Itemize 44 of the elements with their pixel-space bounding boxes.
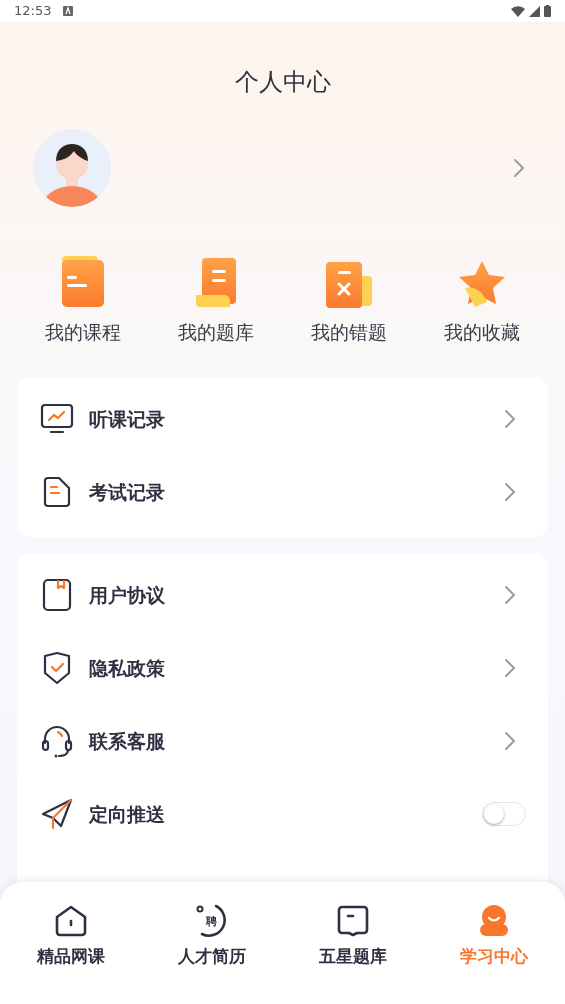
menu-row[interactable]: 考试记录 bbox=[17, 455, 548, 529]
chevron-right-icon bbox=[513, 158, 525, 178]
tab-item[interactable]: 聘 人才简历 bbox=[141, 902, 283, 970]
home-icon bbox=[53, 904, 88, 938]
menu-row[interactable]: 听课记录 bbox=[17, 382, 548, 456]
shield-check-icon bbox=[42, 651, 72, 685]
notification-icon bbox=[63, 6, 74, 16]
menu-row[interactable]: 定向推送 bbox=[17, 777, 548, 851]
menu-label: 定向推送 bbox=[89, 801, 166, 827]
chevron-right-icon bbox=[504, 482, 516, 502]
shortcut-label[interactable]: 我的收藏 bbox=[444, 318, 521, 347]
menu-label: 联系客服 bbox=[89, 728, 166, 754]
chevron-right-icon bbox=[504, 409, 516, 429]
scroll-icon bbox=[193, 258, 238, 308]
monitor-chart-icon bbox=[40, 403, 74, 435]
page-title: 个人中心 bbox=[233, 67, 332, 98]
chevron-right-icon bbox=[504, 585, 516, 605]
menu-label: 用户协议 bbox=[89, 582, 166, 608]
folder-icon bbox=[60, 256, 105, 308]
paper-plane-icon bbox=[41, 798, 73, 830]
chevron-right-icon bbox=[504, 658, 516, 678]
menu-row[interactable]: 用户协议 bbox=[17, 558, 548, 632]
toggle-switch[interactable] bbox=[482, 802, 526, 826]
signal-icon bbox=[529, 5, 540, 17]
menu-row[interactable]: 隐私政策 bbox=[17, 631, 548, 705]
document-icon bbox=[43, 476, 71, 508]
headset-icon bbox=[41, 724, 73, 758]
avatar[interactable] bbox=[32, 128, 112, 208]
battery-icon bbox=[544, 5, 551, 17]
menu-label: 隐私政策 bbox=[89, 655, 166, 681]
menu-row[interactable]: 联系客服 bbox=[17, 704, 548, 778]
bookmark-book-icon bbox=[42, 578, 72, 612]
shortcut-label[interactable]: 我的错题 bbox=[311, 318, 388, 347]
shortcut-label[interactable]: 我的课程 bbox=[44, 318, 121, 347]
status-time: 12:53 bbox=[14, 2, 52, 21]
menu-label: 考试记录 bbox=[89, 479, 166, 505]
wifi-icon bbox=[511, 5, 525, 17]
tab-item[interactable]: 五星题库 bbox=[282, 902, 424, 970]
menu-label: 听课记录 bbox=[89, 406, 166, 432]
shortcut-label[interactable]: 我的题库 bbox=[177, 318, 254, 347]
book-icon bbox=[336, 904, 371, 938]
chevron-right-icon bbox=[504, 731, 516, 751]
tab-item[interactable]: 精品网课 bbox=[0, 902, 142, 970]
wrong-answer-icon bbox=[326, 260, 373, 308]
